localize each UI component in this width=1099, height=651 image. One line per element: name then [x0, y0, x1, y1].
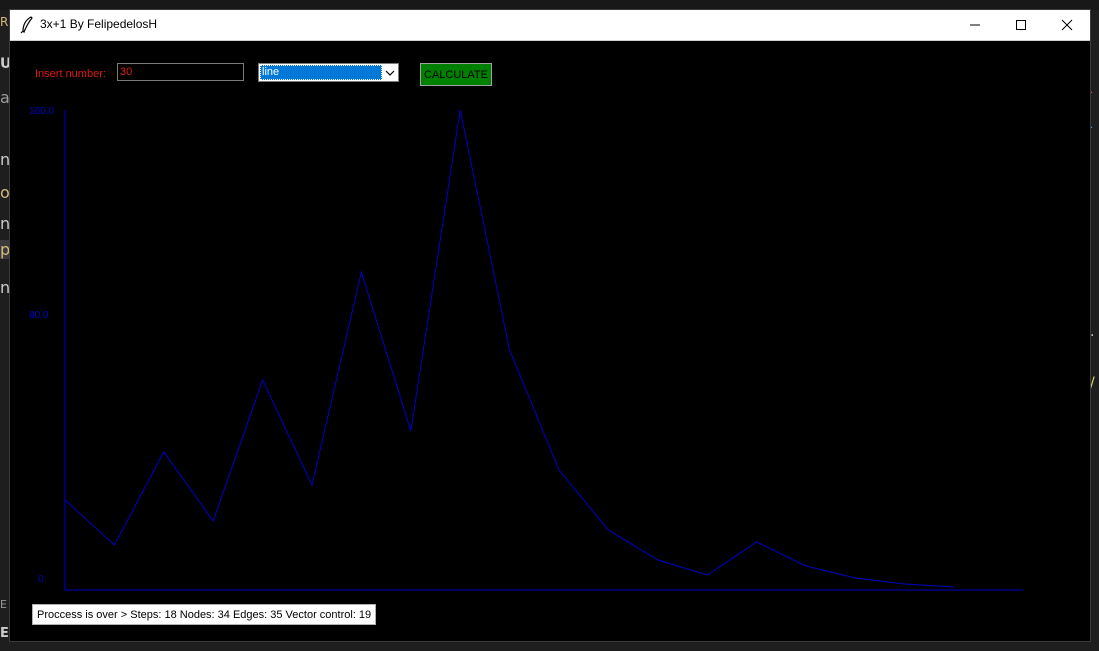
- collatz-chart: 160.0 80.0 0: [29, 106, 1023, 591]
- close-button[interactable]: [1044, 10, 1090, 40]
- app-content: 160.0 80.0 0 Insert number: 30 line CALCUL…: [10, 41, 1090, 641]
- y-tick-label: 160.0: [29, 106, 54, 117]
- series-line: [64, 109, 955, 588]
- y-tick-label: 0: [38, 574, 44, 585]
- background-mark: ·: [1090, 88, 1094, 99]
- chart-type-selected-value: line: [260, 65, 382, 80]
- calculate-button[interactable]: CALCULATE: [420, 63, 492, 86]
- background-text: E: [0, 626, 9, 641]
- feather-icon: [20, 16, 33, 34]
- y-tick-label: 80.0: [29, 310, 49, 321]
- chevron-down-icon: [385, 70, 395, 76]
- minimize-button[interactable]: [952, 10, 998, 40]
- background-text: p: [0, 240, 11, 259]
- background-text: R: [0, 15, 9, 29]
- number-input[interactable]: 30: [117, 63, 244, 81]
- title-bar[interactable]: 3x+1 By FelipedelosH: [10, 10, 1090, 41]
- background-mark: ·: [1090, 328, 1095, 344]
- close-icon: [1061, 19, 1073, 31]
- status-message: Proccess is over > Steps: 18 Nodes: 34 E…: [32, 604, 377, 625]
- background-mark: ·: [1090, 123, 1094, 134]
- maximize-button[interactable]: [998, 10, 1044, 40]
- background-text: o: [0, 183, 10, 202]
- insert-number-label: Insert number:: [35, 68, 106, 80]
- window-title: 3x+1 By FelipedelosH: [40, 17, 158, 31]
- background-text: E: [0, 598, 7, 611]
- minimize-icon: [970, 24, 980, 26]
- background-top-strip: [0, 0, 1099, 10]
- background-text: n: [0, 278, 11, 297]
- app-window: 3x+1 By FelipedelosH 160.0 80.0 0 Insert n…: [10, 10, 1090, 641]
- maximize-icon: [1016, 20, 1026, 30]
- background-text: a: [0, 88, 10, 107]
- chart-type-select[interactable]: line: [258, 63, 399, 82]
- background-mark: /: [1090, 375, 1095, 391]
